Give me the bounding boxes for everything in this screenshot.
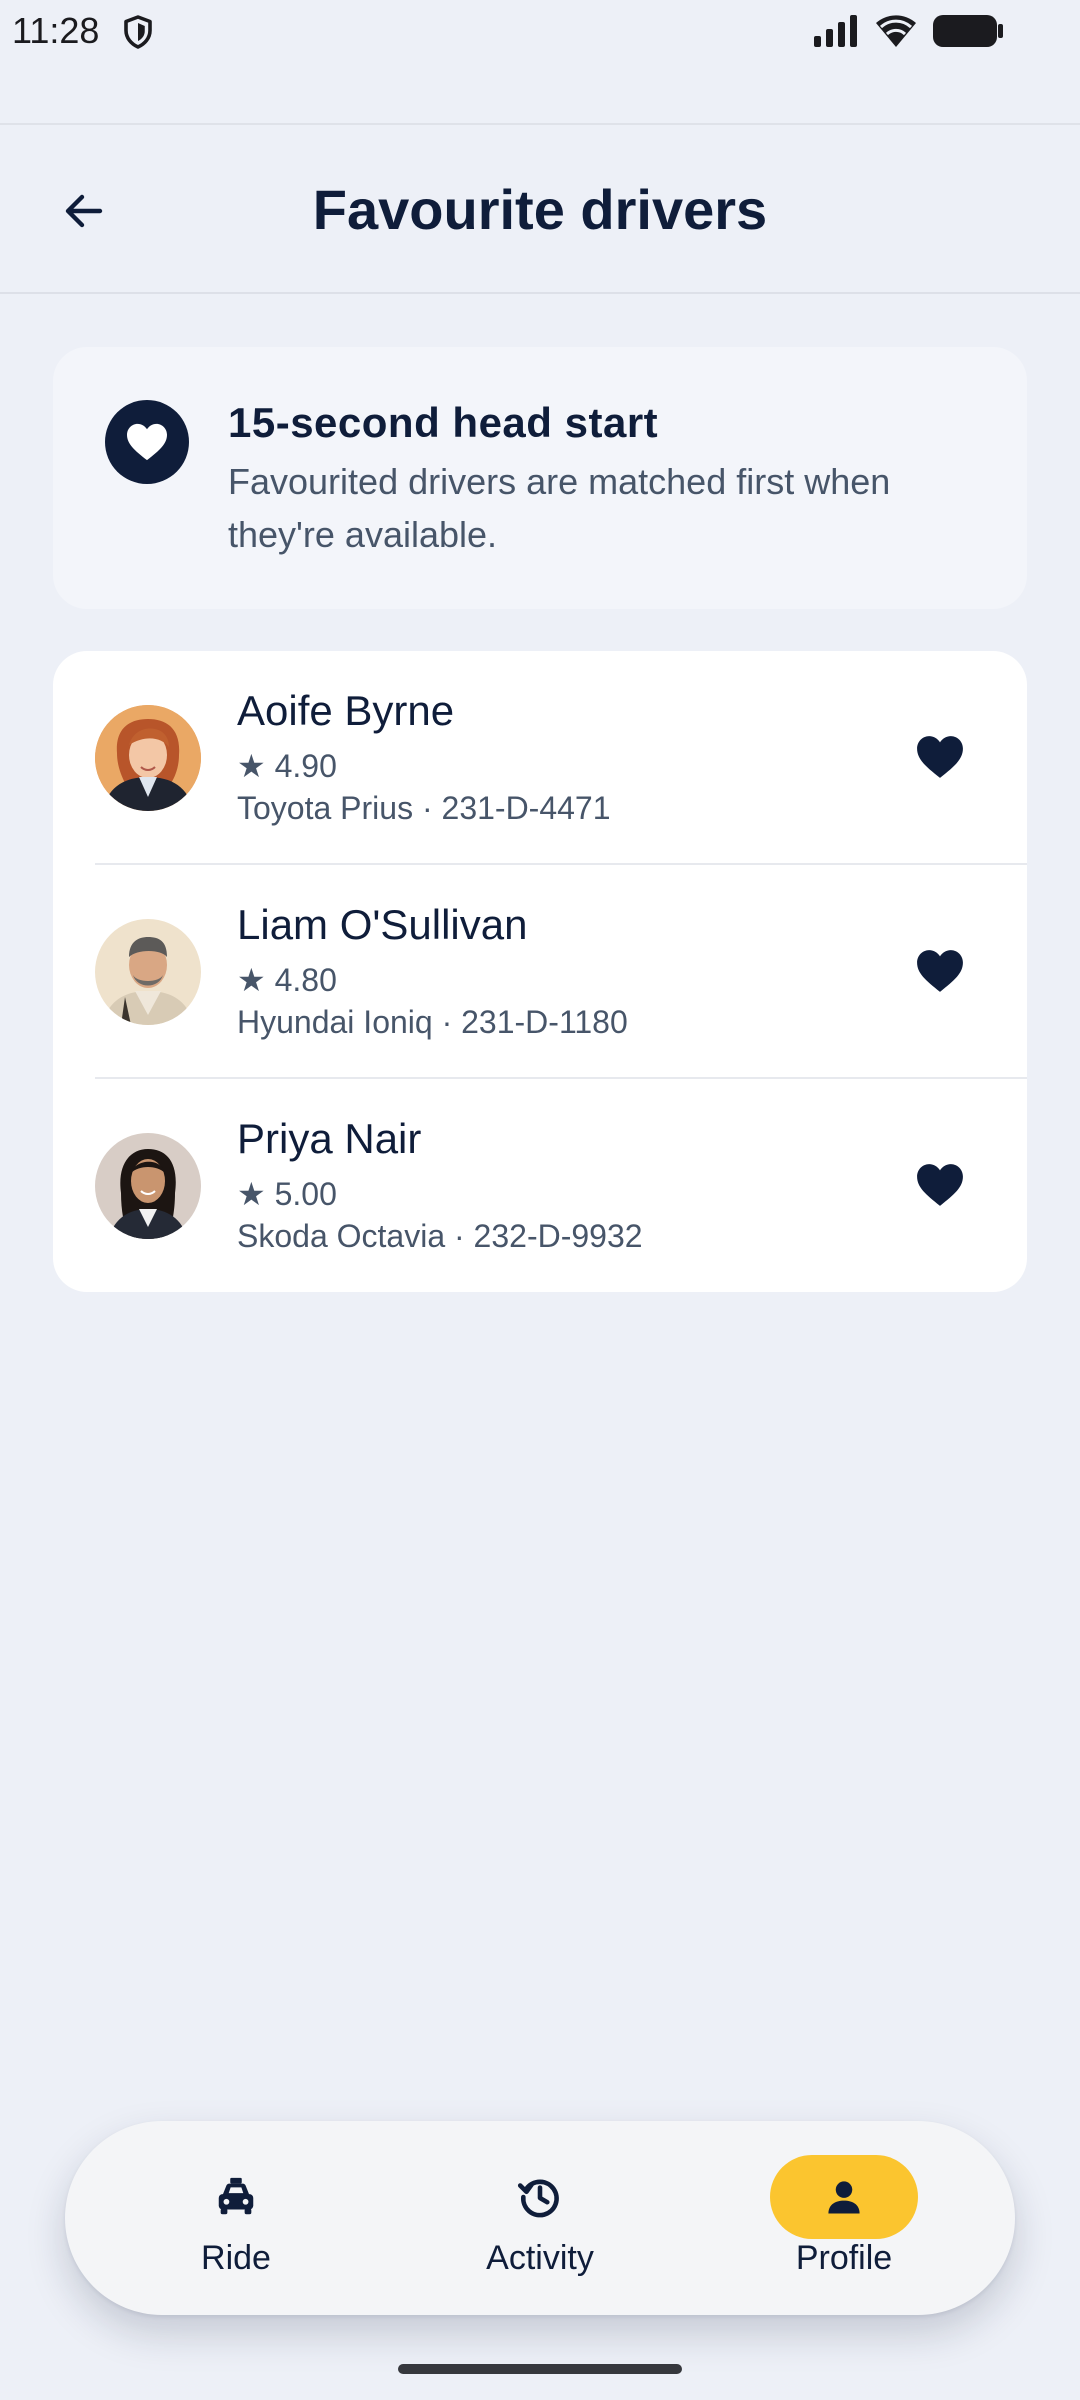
heart-filled-icon xyxy=(917,950,963,992)
head-start-info-card: 15-second head start Favourited drivers … xyxy=(53,347,1027,609)
taxi-icon xyxy=(218,2177,254,2215)
nav-item-profile[interactable]: Profile xyxy=(744,2121,944,2315)
nav-icon-container-active xyxy=(770,2155,918,2239)
avatar xyxy=(95,919,201,1025)
unfavourite-button[interactable] xyxy=(908,727,972,787)
history-icon xyxy=(517,2179,559,2218)
battery-icon xyxy=(933,15,1003,47)
nav-item-ride[interactable]: Ride xyxy=(136,2121,336,2315)
unfavourite-button[interactable] xyxy=(908,941,972,1001)
nav-icon-container xyxy=(162,2155,310,2239)
heart-filled-icon xyxy=(917,1164,963,1206)
unfavourite-button[interactable] xyxy=(908,1155,972,1215)
nav-label: Ride xyxy=(201,2239,271,2277)
status-icons xyxy=(812,12,1004,50)
wifi-icon xyxy=(876,15,916,47)
heart-badge xyxy=(105,400,189,484)
avatar xyxy=(95,1133,201,1239)
driver-name: Liam O'Sullivan xyxy=(237,901,528,948)
signal-icon xyxy=(814,15,857,47)
heart-icon xyxy=(127,423,167,461)
status-bar: 11:28 xyxy=(0,0,1080,62)
driver-row[interactable]: Liam O'Sullivan ★ 4.80 Hyundai Ioniq · 2… xyxy=(53,865,1027,1079)
driver-rating: ★ 4.90 xyxy=(237,748,337,784)
page-title: Favourite drivers xyxy=(312,178,768,241)
driver-row[interactable]: Aoife Byrne ★ 4.90 Toyota Prius · 231-D-… xyxy=(53,651,1027,865)
person-icon xyxy=(828,2181,860,2214)
home-indicator[interactable] xyxy=(398,2364,682,2374)
driver-vehicle: Hyundai Ioniq · 231-D-1180 xyxy=(237,1004,628,1040)
info-title: 15-second head start xyxy=(228,399,659,446)
driver-vehicle: Skoda Octavia · 232-D-9932 xyxy=(237,1218,643,1254)
driver-vehicle: Toyota Prius · 231-D-4471 xyxy=(237,790,611,826)
driver-name: Priya Nair xyxy=(237,1115,422,1162)
driver-rating: ★ 5.00 xyxy=(237,1176,337,1212)
avatar xyxy=(95,705,201,811)
shield-icon xyxy=(124,15,152,49)
status-time: 11:28 xyxy=(12,10,100,51)
app-bar-divider xyxy=(0,292,1080,294)
driver-name: Aoife Byrne xyxy=(237,687,455,734)
nav-label: Activity xyxy=(486,2239,594,2277)
bottom-navigation: Ride Activity Profile xyxy=(65,2121,1015,2315)
heart-filled-icon xyxy=(917,736,963,778)
nav-icon-container xyxy=(466,2155,614,2239)
favourite-drivers-list: Aoife Byrne ★ 4.90 Toyota Prius · 231-D-… xyxy=(53,651,1027,1292)
driver-row[interactable]: Priya Nair ★ 5.00 Skoda Octavia · 232-D-… xyxy=(53,1079,1027,1292)
nav-label: Profile xyxy=(795,2239,893,2277)
app-bar: Favourite drivers xyxy=(0,125,1080,293)
nav-item-activity[interactable]: Activity xyxy=(440,2121,640,2315)
info-description: Favourited drivers are matched first whe… xyxy=(228,461,891,555)
driver-rating: ★ 4.80 xyxy=(237,962,337,998)
